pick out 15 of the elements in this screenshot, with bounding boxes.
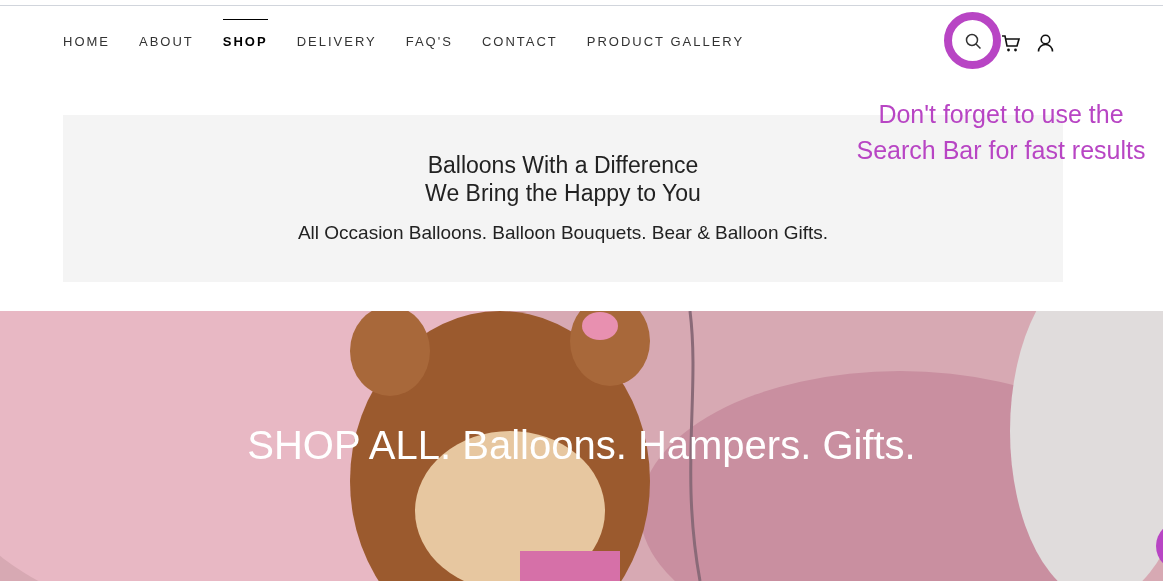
- banner-title: Balloons With a Difference We Bring the Happy to You: [425, 151, 701, 207]
- nav-link[interactable]: PRODUCT GALLERY: [586, 32, 745, 52]
- nav-link[interactable]: DELIVERY: [296, 32, 377, 52]
- cart-icon: [1001, 34, 1020, 53]
- nav-link[interactable]: ABOUT: [139, 32, 194, 52]
- nav-link[interactable]: FAQ'S: [405, 32, 453, 52]
- nav-link[interactable]: HOME: [63, 32, 110, 52]
- user-icon: [1037, 34, 1054, 52]
- search-icon: [964, 32, 982, 50]
- annotation-text: Don't forget to use the Search Bar for fast results: [855, 99, 1147, 166]
- cart-button[interactable]: [1001, 34, 1020, 53]
- nav-link[interactable]: SHOP: [222, 19, 268, 52]
- banner-subtitle: All Occasion Balloons. Balloon Bouquets. Bear & Balloon Gifts.: [297, 221, 829, 245]
- account-button[interactable]: [1037, 34, 1054, 52]
- nav-link[interactable]: CONTACT: [481, 32, 558, 52]
